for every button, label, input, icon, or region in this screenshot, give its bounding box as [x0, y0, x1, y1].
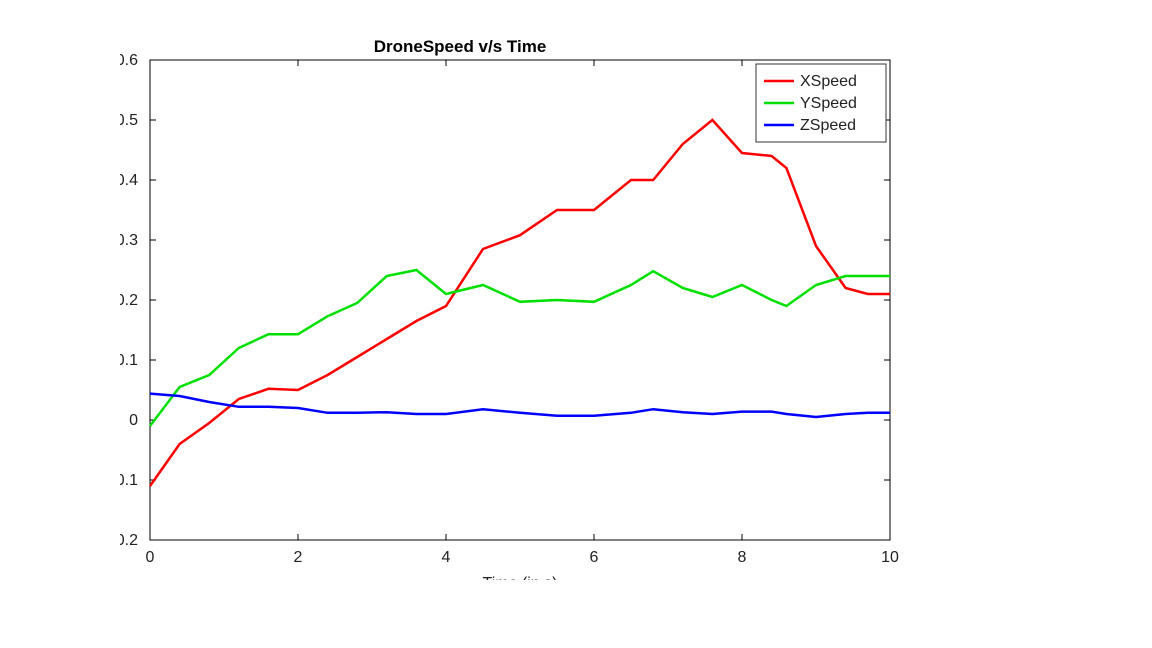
chart-title: DroneSpeed v/s Time	[374, 40, 547, 56]
x-axis-label: Time (in s)	[483, 575, 558, 580]
legend-label: XSpeed	[800, 73, 857, 90]
y-tick-label: 0.5	[120, 112, 138, 129]
y-tick-label: 0	[129, 412, 138, 429]
chart-container: 0 2 4 6 8 10 -0.2 -0.1 0 0.1 0.2 0.3 0.4 0.5 0.6 Time (…	[0, 0, 1152, 648]
y-tick-label: 0.3	[120, 232, 138, 249]
series-yspeed	[150, 270, 890, 426]
x-tick-label: 10	[881, 549, 899, 566]
y-tick-label: 0.4	[120, 172, 138, 189]
series-group	[150, 120, 890, 486]
y-tick-label: 0.6	[120, 52, 138, 69]
legend-label: ZSpeed	[800, 117, 856, 134]
x-tick-label: 4	[442, 549, 451, 566]
x-tick-label: 2	[294, 549, 303, 566]
y-tick-label: -0.1	[120, 472, 138, 489]
x-tick-label: 0	[146, 549, 155, 566]
series-zspeed	[150, 394, 890, 417]
x-tick-label: 6	[590, 549, 599, 566]
legend-label: YSpeed	[800, 95, 857, 112]
legend: XSpeed YSpeed ZSpeed	[756, 64, 886, 142]
y-tick-label: -0.2	[120, 532, 138, 549]
x-tick-label: 8	[738, 549, 747, 566]
chart-svg: 0 2 4 6 8 10 -0.2 -0.1 0 0.1 0.2 0.3 0.4 0.5 0.6 Time (…	[120, 40, 900, 580]
y-tick-label: 0.1	[120, 352, 138, 369]
y-tick-label: 0.2	[120, 292, 138, 309]
